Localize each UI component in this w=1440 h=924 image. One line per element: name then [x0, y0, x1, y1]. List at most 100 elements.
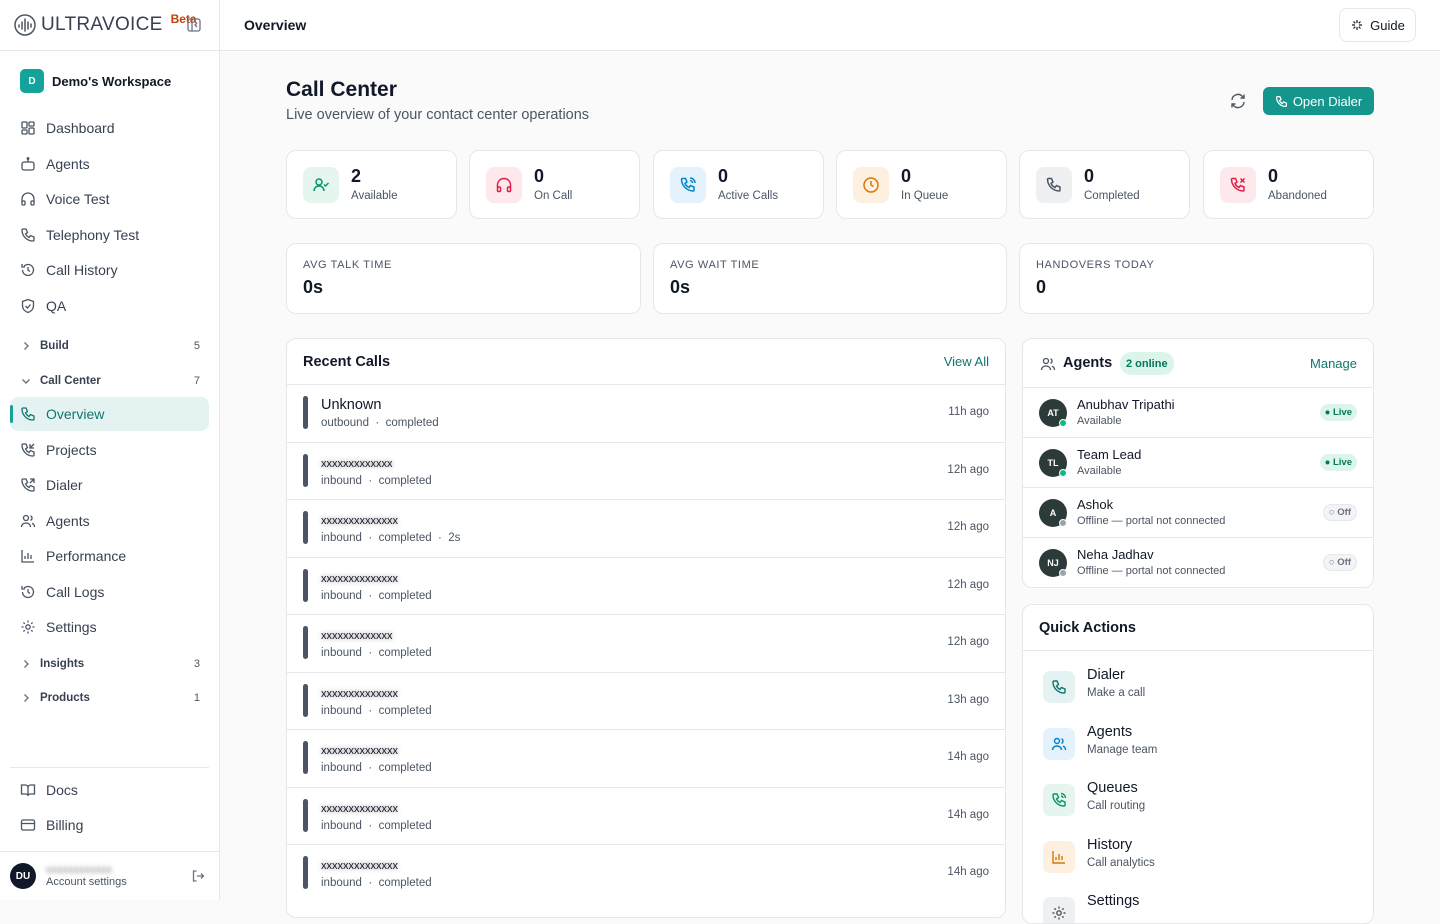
users-icon	[1040, 357, 1056, 371]
call-meta: inbound · completed	[321, 475, 432, 487]
logout-icon[interactable]	[191, 869, 205, 883]
call-meta: inbound · completed	[321, 762, 432, 774]
table-row[interactable]: xxxxxxxxxxxxxx inbound · completed 14h ago	[287, 729, 1005, 786]
agent-row[interactable]: A Ashok Offline — portal not connected ○ Of…	[1023, 487, 1373, 537]
call-time: 14h ago	[947, 866, 989, 878]
agent-status: Offline — portal not connected	[1077, 515, 1226, 527]
shield-check-icon	[21, 298, 35, 314]
sidebar-item-label: Billing	[46, 817, 84, 833]
call-direction-bar	[303, 396, 308, 429]
stat-label: Available	[351, 190, 398, 202]
guide-button[interactable]: Guide	[1339, 8, 1416, 42]
meta-separator: ·	[361, 704, 379, 717]
call-direction: inbound	[321, 819, 362, 832]
sidebar-item-cc-agents[interactable]: Agents	[10, 504, 209, 538]
refresh-icon[interactable]	[1229, 92, 1247, 110]
sidebar-item-label: Agents	[46, 156, 90, 172]
sidebar-item-voice-test[interactable]: Voice Test	[10, 182, 209, 216]
agent-row[interactable]: AT Anubhav Tripathi Available ● Live	[1023, 387, 1373, 437]
metric-value: 0s	[670, 277, 691, 297]
sidebar-item-settings[interactable]: Settings	[10, 610, 209, 644]
phone-outgoing-icon	[21, 478, 35, 492]
sidebar-item-telephony-test[interactable]: Telephony Test	[10, 218, 209, 252]
call-direction-bar	[303, 683, 308, 717]
sidebar-item-call-logs[interactable]: Call Logs	[10, 575, 209, 609]
phone-icon	[1046, 177, 1061, 192]
sidebar-item-qa[interactable]: QA	[10, 289, 209, 323]
phone-call-icon	[680, 177, 696, 192]
stat-icon-box	[486, 167, 522, 203]
sidebar-item-call-history[interactable]: Call History	[10, 253, 209, 287]
quick-action-settings[interactable]: Settings	[1043, 893, 1363, 923]
sidebar-group-build[interactable]: Build 5	[20, 336, 200, 356]
open-dialer-button[interactable]: Open Dialer	[1263, 87, 1374, 115]
call-direction: inbound	[321, 532, 362, 544]
agent-row[interactable]: NJ Neha Jadhav Offline — portal not connec…	[1023, 537, 1373, 587]
user-check-icon	[313, 178, 330, 192]
metric-value: 0	[1036, 277, 1047, 297]
sidebar-item-agents[interactable]: Agents	[10, 147, 209, 181]
sidebar-item-label: Call History	[46, 262, 118, 278]
call-direction: inbound	[321, 589, 362, 602]
agent-name: Ashok	[1077, 497, 1114, 512]
workspace-switcher[interactable]: D Demo's Workspace	[20, 64, 209, 98]
avatar: DU	[10, 863, 36, 889]
quick-action-name: Queues	[1087, 780, 1138, 796]
quick-action-queues[interactable]: Queues Call routing	[1043, 780, 1363, 820]
call-meta: outbound · completed	[321, 417, 439, 429]
metric-label: AVG TALK TIME	[303, 259, 392, 271]
history-icon	[21, 263, 35, 277]
workspace-avatar: D	[20, 69, 44, 93]
table-row[interactable]: xxxxxxxxxxxxxx inbound · completed · 2s 12…	[287, 499, 1005, 556]
sidebar-item-docs[interactable]: Docs	[10, 773, 209, 807]
quick-action-history[interactable]: History Call analytics	[1043, 837, 1363, 877]
quick-action-icon-box	[1043, 784, 1075, 816]
manage-agents-link[interactable]: Manage	[1310, 356, 1357, 371]
users-icon	[20, 514, 36, 528]
table-row[interactable]: Unknown outbound · completed 11h ago	[287, 384, 1005, 441]
call-meta: inbound · completed	[321, 877, 432, 889]
quick-action-agents[interactable]: Agents Manage team	[1043, 724, 1363, 764]
table-row[interactable]: xxxxxxxxxxxxxx inbound · completed 12h ago	[287, 556, 1005, 614]
table-row[interactable]: xxxxxxxxxxxxxx inbound · completed 13h ago	[287, 671, 1005, 729]
recent-calls-title: Recent Calls	[303, 354, 391, 370]
sidebar-item-billing[interactable]: Billing	[10, 808, 209, 842]
sidebar-group-call-center[interactable]: Call Center 7	[20, 371, 200, 391]
stat-label: Abandoned	[1268, 190, 1327, 202]
sidebar-item-performance[interactable]: Performance	[10, 539, 209, 573]
table-row[interactable]: xxxxxxxxxxxxx inbound · completed 12h ago	[287, 441, 1005, 499]
call-direction-bar	[303, 453, 308, 487]
sidebar-group-products[interactable]: Products 1	[20, 688, 200, 708]
sidebar-item-projects[interactable]: Projects	[10, 433, 209, 467]
stat-value: 2	[351, 166, 362, 186]
sidebar-collapse-icon[interactable]	[187, 18, 201, 32]
call-status: completed	[385, 417, 439, 429]
dashboard-icon	[21, 121, 35, 135]
call-time: 14h ago	[947, 751, 989, 763]
sidebar-group-insights[interactable]: Insights 3	[20, 654, 200, 674]
agents-panel-title: Agents	[1063, 355, 1113, 371]
meta-separator: ·	[361, 819, 379, 832]
sidebar-item-dashboard[interactable]: Dashboard	[10, 111, 209, 145]
group-label: Call Center	[40, 375, 101, 387]
agent-row[interactable]: TL Team Lead Available ● Live	[1023, 437, 1373, 487]
table-row[interactable]: xxxxxxxxxxxxxx inbound · completed 14h ago	[287, 844, 1005, 901]
account-menu[interactable]: DU xxxxxxxxxxxx Account settings	[10, 862, 210, 890]
quick-action-icon-box	[1043, 840, 1075, 873]
stat-label: Completed	[1084, 190, 1140, 202]
sidebar-item-dialer[interactable]: Dialer	[10, 468, 209, 502]
bar-chart-icon	[1052, 850, 1065, 864]
caller-name: Unknown	[321, 397, 382, 413]
call-direction-bar	[303, 741, 308, 774]
agent-status: Offline — portal not connected	[1077, 565, 1226, 577]
call-meta: inbound · completed	[321, 590, 432, 602]
caller-name-redacted: xxxxxxxxxxxxxx	[321, 687, 398, 700]
headphones-icon	[21, 192, 35, 206]
view-all-link[interactable]: View All	[944, 354, 989, 369]
quick-action-desc: Call routing	[1087, 800, 1146, 812]
table-row[interactable]: xxxxxxxxxxxxx inbound · completed 12h ago	[287, 614, 1005, 671]
table-row[interactable]: xxxxxxxxxxxxxx inbound · completed 14h ago	[287, 786, 1005, 844]
sidebar-item-overview[interactable]: Overview	[10, 397, 209, 431]
quick-action-dialer[interactable]: Dialer Make a call	[1043, 667, 1363, 707]
call-status: completed	[378, 474, 432, 487]
